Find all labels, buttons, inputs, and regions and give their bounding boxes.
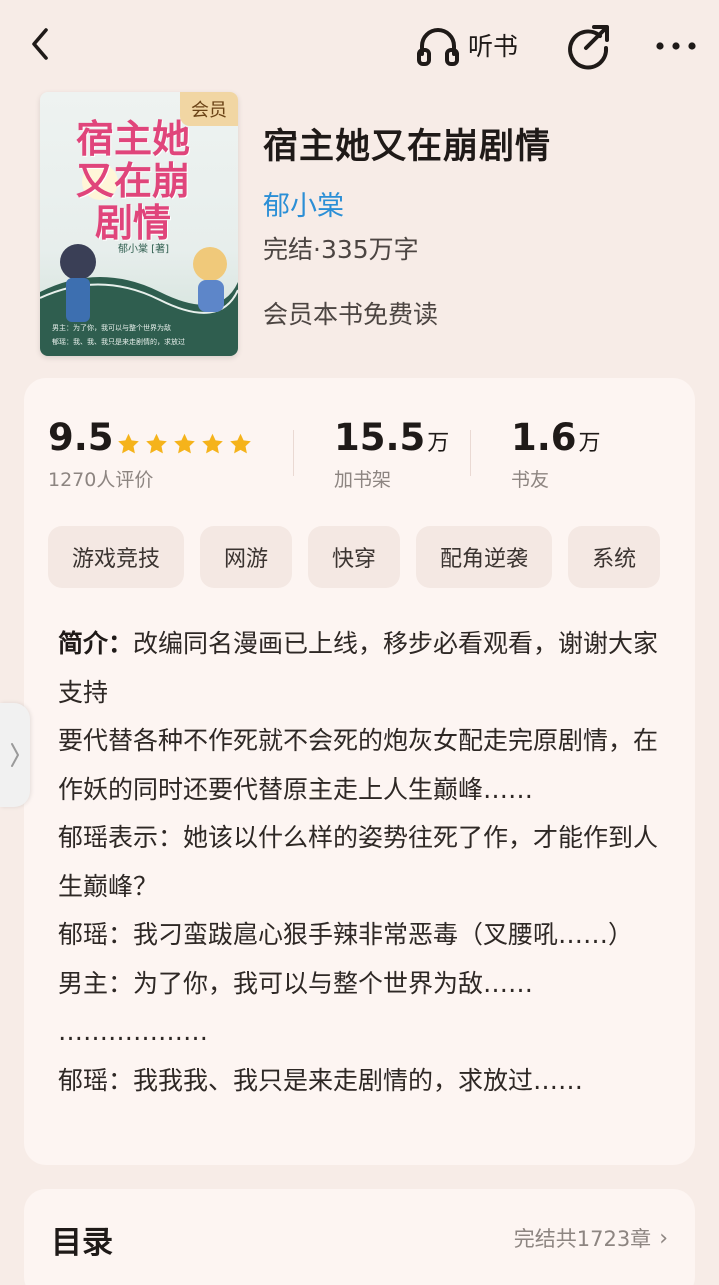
tag-chip[interactable]: 游戏竞技 — [48, 526, 185, 588]
svg-text:郁瑶：我、我、我只是来走剧情的，求放过: 郁瑶：我、我、我只是来走剧情的，求放过 — [52, 337, 185, 346]
shelf-label: 加书架 — [334, 469, 392, 491]
fans-count: 1.6 — [511, 416, 577, 459]
fans-unit: 万 — [578, 431, 601, 456]
rating-stars — [116, 432, 253, 456]
stat-divider — [293, 430, 294, 476]
star-icon — [118, 433, 139, 454]
book-status: 完结·335万字 — [263, 235, 419, 264]
intro-line: 男主：为了你，我可以与整个世界为敌…… — [58, 968, 534, 998]
rating-count: 1270人评价 — [48, 469, 154, 491]
chevron-right-icon: › — [659, 1225, 668, 1251]
book-intro[interactable]: 简介：改编同名漫画已上线，移步必看观看，谢谢大家支持 要代替各种不作死就不会死的… — [58, 620, 668, 1105]
star-icon — [146, 433, 167, 454]
tag-chip[interactable]: 快穿 — [308, 526, 401, 588]
star-icon — [230, 433, 251, 454]
chevron-left-icon — [32, 28, 48, 60]
shelf-unit: 万 — [427, 431, 450, 456]
star-icon — [202, 433, 223, 454]
fans-label: 书友 — [511, 469, 550, 491]
side-drawer-handle[interactable] — [0, 703, 30, 807]
chapter-count: 完结共1723章 — [513, 1227, 652, 1251]
back-button[interactable] — [22, 22, 62, 66]
tag-chip[interactable]: 配角逆袭 — [416, 526, 553, 588]
svg-text:男主：为了你，我可以与整个世界为敌: 男主：为了你，我可以与整个世界为敌 — [52, 323, 171, 332]
headphones-icon — [417, 28, 459, 66]
more-dots-icon — [656, 42, 696, 50]
tag-chip[interactable]: 系统 — [568, 526, 661, 588]
more-button[interactable] — [652, 24, 700, 68]
cover-title-text: 宿主她又在崩剧情 — [75, 117, 190, 245]
intro-line: 郁瑶：我我我、我只是来走剧情的，求放过…… — [58, 1065, 584, 1095]
fans-stat[interactable]: 1.6万 书友 — [511, 416, 601, 492]
shelf-count: 15.5 — [334, 416, 426, 459]
listen-button[interactable]: 听书 — [414, 20, 518, 70]
intro-line: ……………… — [58, 1017, 208, 1046]
cover-author-text: 郁小棠 [著] — [118, 244, 169, 255]
intro-line: 要代替各种不作死就不会死的炮灰女配走完原剧情，在作妖的同时还要代替原主走上人生巅… — [58, 726, 659, 804]
toc-title: 目录 — [51, 1225, 113, 1261]
star-icon — [174, 433, 195, 454]
share-button[interactable] — [564, 20, 612, 70]
top-bar: 听书 — [0, 0, 719, 92]
intro-line: 郁瑶表示：她该以什么样的姿势往死了作，才能作到人生巅峰？ — [58, 823, 659, 901]
toc-meta: 完结共1723章 › — [514, 1223, 668, 1253]
shelf-stat: 15.5万 加书架 — [334, 416, 449, 492]
tag-list: 游戏竞技 网游 快穿 配角逆袭 系统 — [48, 526, 695, 588]
listen-label: 听书 — [468, 32, 519, 61]
stat-divider — [470, 430, 471, 476]
intro-label: 简介： — [58, 629, 134, 658]
tag-chip[interactable]: 网游 — [200, 526, 293, 588]
book-info-card: 9.5 1270人评价 15.5万 加书架 1.6万 书友 游戏竞技 网游 快穿… — [24, 378, 695, 1165]
chevron-right-icon — [11, 743, 19, 767]
rating-score: 9.5 — [48, 416, 114, 459]
book-cover[interactable]: 男主：为了你，我可以与整个世界为敌 郁瑶：我、我、我只是来走剧情的，求放过 宿主… — [40, 92, 238, 356]
intro-line: 郁瑶：我刁蛮跋扈心狠手辣非常恶毒（叉腰吼……） — [58, 920, 634, 949]
share-arrow-icon — [568, 25, 609, 70]
vip-free-read: 会员本书免费读 — [263, 300, 439, 329]
intro-text: 改编同名漫画已上线，移步必看观看，谢谢大家支持 — [58, 629, 659, 707]
vip-badge: 会员 — [180, 92, 238, 126]
book-title: 宿主她又在崩剧情 — [263, 127, 552, 167]
table-of-contents[interactable]: 目录 完结共1723章 › — [24, 1189, 695, 1285]
author-link[interactable]: 郁小棠 — [263, 184, 344, 223]
